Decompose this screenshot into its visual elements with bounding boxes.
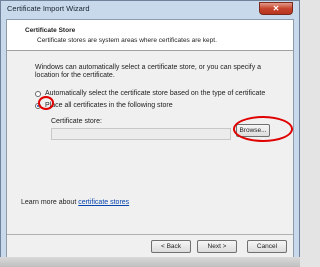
wizard-window: Certificate Import Wizard ✕ Certificate … xyxy=(0,0,300,267)
cancel-button[interactable]: Cancel xyxy=(247,240,287,253)
radio-label-auto: Automatically select the certificate sto… xyxy=(45,90,266,97)
certificate-stores-link[interactable]: certificate stores xyxy=(78,199,129,206)
page-title: Certificate Store xyxy=(25,27,76,34)
annotation-circle-radio xyxy=(38,96,54,110)
radio-label-place: Place all certificates in the following … xyxy=(45,102,173,109)
page-subtitle: Certificate stores are system areas wher… xyxy=(37,37,217,44)
close-icon: ✕ xyxy=(272,4,280,13)
certificate-store-label: Certificate store: xyxy=(51,118,102,125)
wizard-header: Certificate Store Certificate stores are… xyxy=(7,20,293,51)
learn-more-prefix: Learn more about xyxy=(21,199,79,206)
learn-more-row: Learn more about certificate stores xyxy=(21,199,129,206)
back-button[interactable]: < Back xyxy=(151,240,191,253)
certificate-store-field xyxy=(51,128,231,140)
radio-place-in-store[interactable]: Place all certificates in the following … xyxy=(35,102,173,109)
window-title: Certificate Import Wizard xyxy=(7,4,90,13)
radio-button-auto[interactable] xyxy=(35,90,41,97)
radio-auto-select-store[interactable]: Automatically select the certificate sto… xyxy=(35,90,265,97)
intro-text: Windows can automatically select a certi… xyxy=(35,64,262,79)
close-button[interactable]: ✕ xyxy=(259,2,293,15)
annotation-circle-browse xyxy=(233,116,293,142)
wizard-footer: < Back Next > Cancel xyxy=(7,234,293,257)
next-button[interactable]: Next > xyxy=(197,240,237,253)
taskbar-strip xyxy=(0,257,300,267)
title-bar[interactable]: Certificate Import Wizard ✕ xyxy=(1,1,299,19)
